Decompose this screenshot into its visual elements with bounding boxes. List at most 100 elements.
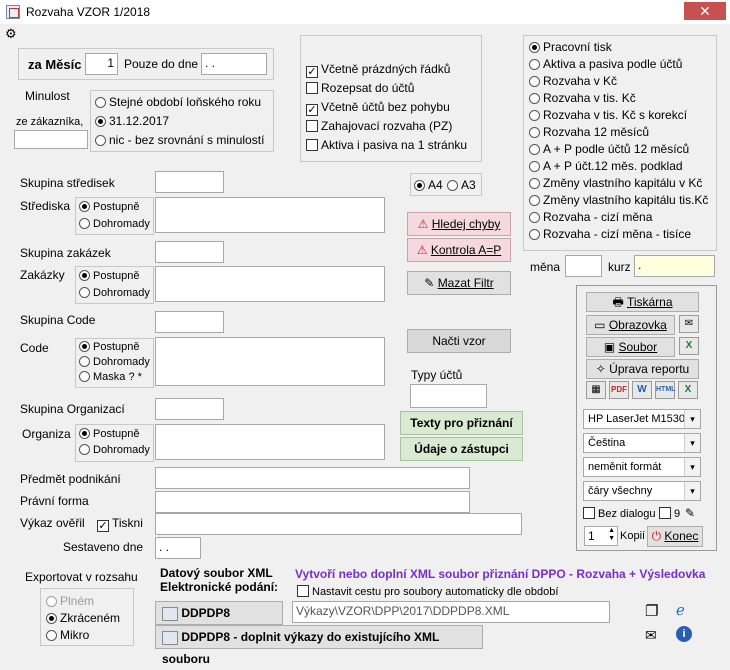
checkbox-checked-icon: ✓ [306, 66, 318, 78]
export-micro[interactable]: Mikro [46, 628, 89, 642]
find-errors-button[interactable]: ⚠ Hledej chyby [407, 212, 511, 236]
power-icon: ⏻ [651, 529, 665, 543]
info-icon[interactable]: i [676, 626, 692, 642]
report-type-option[interactable]: Pracovní tisk [529, 40, 708, 57]
report-type-option[interactable]: A + P podle účtů 12 měsíců [529, 142, 708, 159]
paper-a3[interactable]: A3 [447, 178, 476, 192]
file-button[interactable]: ▣ Soubor [586, 337, 675, 357]
report-type-option[interactable]: Rozvaha - cizí měna [529, 210, 708, 227]
minulost-option-2[interactable]: 31.12.2017 [95, 114, 169, 128]
settings-icon[interactable]: ✎ [685, 506, 695, 520]
code-maska[interactable]: Maska ? * [79, 371, 142, 383]
option-checkbox[interactable]: Aktiva i pasiva na 1 stránku [306, 138, 467, 157]
mail-icon[interactable]: ✉ [645, 627, 657, 644]
title-bar: Rozvaha VZOR 1/2018 ✕ [0, 0, 730, 24]
centers-postupne[interactable]: Postupně [79, 201, 139, 213]
printer-button[interactable]: 🖶 Tiskárna [586, 292, 699, 312]
orders-dohromady[interactable]: Dohromady [79, 287, 150, 299]
centers-dohromady[interactable]: Dohromady [79, 218, 150, 230]
calendar-icon[interactable]: ▦ [586, 381, 606, 399]
word-icon[interactable]: W [632, 381, 652, 399]
option-checkbox[interactable]: Zahajovací rozvaha (PZ) [306, 119, 467, 138]
representative-button[interactable]: Údaje o zástupci [400, 437, 523, 461]
copy-icon[interactable]: ❐ [645, 602, 658, 620]
xml-path-input[interactable]: Výkazy\VZOR\DPP\2017\DDPDP8.XML [292, 601, 610, 623]
orders-input[interactable] [155, 266, 385, 302]
email-icon[interactable]: ✉ [679, 315, 699, 333]
report-type-option[interactable]: Rozvaha - cizí měna - tisíce [529, 227, 708, 244]
report-type-option[interactable]: Rozvaha 12 měsíců [529, 125, 708, 142]
business-subject-input[interactable] [155, 467, 470, 489]
texts-button[interactable]: Texty pro přiznání [400, 411, 523, 435]
minulost-option-1[interactable]: Stejné období loňského roku [95, 95, 261, 109]
screen-button[interactable]: ▭ Obrazovka [586, 315, 675, 335]
check-ap-button[interactable]: ⚠ Kontrola A=P [407, 238, 511, 262]
option-checkbox[interactable]: ✓ Včetně prázdných řádků [306, 62, 467, 81]
org-input[interactable] [155, 424, 385, 460]
paper-a4[interactable]: A4 [414, 178, 443, 192]
report-type-option[interactable]: Rozvaha v tis. Kč s korekcí [529, 108, 708, 125]
no-dialog-checkbox[interactable]: Bez dialogu [583, 507, 656, 520]
end-button[interactable]: ⏻ Konec [647, 526, 703, 547]
report-type-option[interactable]: Aktiva a pasiva podle účtů [529, 57, 708, 74]
account-types-input[interactable] [410, 384, 487, 408]
group-centers-input[interactable] [155, 171, 224, 193]
auto-path-checkbox[interactable]: Nastavit cestu pro soubory automaticky d… [297, 585, 558, 598]
gear-icon[interactable]: ⚙ [5, 26, 17, 42]
report-type-option[interactable]: Změny vlastního kapitálu tis.Kč [529, 193, 708, 210]
group-org-input[interactable] [155, 398, 224, 420]
kurz-input[interactable]: . [634, 255, 715, 277]
report-type-option[interactable]: A + P účt.12 měs. podklad [529, 159, 708, 176]
close-button[interactable]: ✕ [684, 2, 726, 20]
minulost-option-3[interactable]: nic - bez srovnání s minulostí [95, 133, 264, 147]
copies-spinner[interactable]: 1 ▲ ▼ [584, 526, 618, 546]
org-dohromady[interactable]: Dohromady [79, 444, 150, 456]
excel-icon[interactable]: X [679, 337, 699, 355]
export-full[interactable]: Plném [46, 594, 94, 608]
radio-checked-icon [79, 201, 90, 212]
language-select[interactable]: Čeština ▾ [583, 433, 701, 453]
browser-icon[interactable]: ℯ [676, 601, 685, 619]
org-postupne[interactable]: Postupně [79, 428, 139, 440]
until-date-input[interactable]: . . [201, 53, 267, 75]
report-type-option[interactable]: Rozvaha v Kč [529, 74, 708, 91]
load-template-button[interactable]: Načti vzor [407, 329, 511, 353]
customer-input[interactable] [14, 130, 88, 149]
printer-select[interactable]: HP LaserJet M1530 ▾ [583, 409, 701, 429]
export-short[interactable]: Zkráceném [46, 611, 120, 625]
group-orders-input[interactable] [155, 241, 224, 263]
radio-icon [447, 180, 458, 191]
nine-checkbox[interactable]: 9 [659, 507, 680, 520]
orders-postupne[interactable]: Postupně [79, 270, 139, 282]
radio-icon [529, 178, 540, 189]
code-dohromady[interactable]: Dohromady [79, 356, 150, 368]
option-checkbox[interactable]: ✓ Včetně účtů bez pohybu [306, 100, 467, 119]
report-type-option[interactable]: Změny vlastního kapitálu v Kč [529, 176, 708, 193]
copies-label: Kopií [620, 530, 646, 542]
mena-input[interactable] [565, 255, 602, 277]
compiled-date-input[interactable]: . . [155, 537, 201, 559]
verified-by-input[interactable] [155, 513, 522, 535]
format-select[interactable]: neměnit formát ▾ [583, 457, 701, 477]
report-type-option[interactable]: Rozvaha v tis. Kč [529, 91, 708, 108]
option-checkbox[interactable]: Rozepsat do účtů [306, 81, 467, 100]
code-postupne[interactable]: Postupně [79, 341, 139, 353]
centers-input[interactable] [155, 197, 385, 233]
month-input[interactable]: 1 [85, 53, 118, 75]
edit-report-button[interactable]: ✧ Úprava reportu [586, 359, 699, 379]
print-checkbox[interactable]: ✓ Tiskni [97, 516, 143, 532]
radio-icon [95, 97, 106, 108]
legal-form-input[interactable] [155, 491, 470, 513]
lines-select[interactable]: čáry všechny ▾ [583, 481, 701, 501]
group-code-input[interactable] [155, 311, 224, 333]
code-input[interactable] [155, 337, 385, 386]
radio-checked-icon [414, 180, 425, 191]
xml-append-button[interactable]: DDPDP8 - doplnit výkazy do existujícího … [155, 625, 483, 666]
verified-by-label: Výkaz ověřil [20, 516, 85, 530]
excel-icon[interactable]: X [678, 381, 698, 399]
clear-filter-button[interactable]: ✎ Mazat Filtr [407, 271, 511, 295]
xml-create-button[interactable]: DDPDP8 [155, 601, 283, 625]
html-icon[interactable]: HTML [655, 381, 675, 399]
pdf-icon[interactable]: PDF [609, 381, 629, 399]
checkbox-icon [297, 585, 309, 597]
